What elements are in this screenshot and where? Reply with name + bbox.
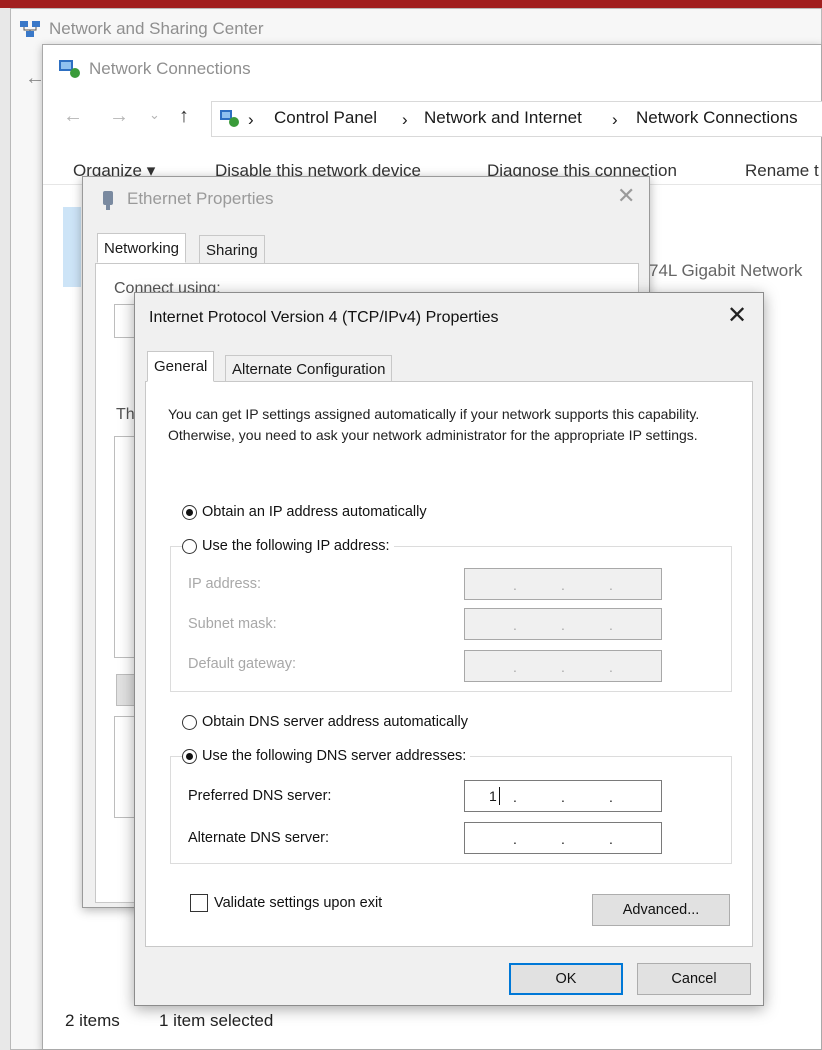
advanced-button[interactable]: Advanced... bbox=[592, 894, 730, 926]
radio-button[interactable] bbox=[182, 538, 197, 554]
obtain-dns-auto-option[interactable]: Obtain DNS server address automatically bbox=[182, 714, 468, 730]
selected-adapter-tile[interactable] bbox=[63, 207, 81, 287]
use-following-dns-label: Use the following DNS server addresses: bbox=[202, 748, 467, 764]
breadcrumb-network-and-internet[interactable]: Network and Internet bbox=[424, 108, 582, 128]
cancel-button[interactable]: Cancel bbox=[637, 963, 751, 995]
back-button[interactable]: ← bbox=[63, 105, 83, 128]
dialog-title: Ethernet Properties bbox=[127, 189, 274, 208]
tab-networking[interactable]: Networking bbox=[97, 233, 187, 263]
status-selection: 1 item selected bbox=[159, 1011, 274, 1030]
validate-settings-option[interactable]: Validate settings upon exit bbox=[190, 894, 382, 912]
components-label: Th bbox=[116, 406, 135, 423]
status-item-count: 2 items bbox=[65, 1011, 120, 1030]
radio-button-selected[interactable] bbox=[182, 748, 197, 764]
preferred-dns-value: 1 bbox=[489, 788, 497, 804]
use-following-ip-label: Use the following IP address: bbox=[202, 538, 390, 554]
checkbox[interactable] bbox=[190, 894, 208, 912]
breadcrumb-network-connections[interactable]: Network Connections bbox=[636, 108, 798, 128]
forward-button[interactable]: → bbox=[109, 105, 129, 128]
text-cursor bbox=[499, 787, 500, 805]
window-title: Network and Sharing Center bbox=[49, 19, 264, 38]
recent-dropdown-icon[interactable]: ⌄ bbox=[149, 107, 160, 123]
default-gateway-field[interactable]: ... bbox=[464, 650, 662, 682]
close-icon[interactable]: ✕ bbox=[617, 183, 635, 209]
breadcrumb-separator: › bbox=[612, 110, 618, 129]
close-icon[interactable]: ✕ bbox=[727, 301, 747, 330]
validate-settings-label: Validate settings upon exit bbox=[214, 895, 383, 911]
general-panel: You can get IP settings assigned automat… bbox=[145, 381, 753, 947]
subnet-mask-label: Subnet mask: bbox=[188, 616, 277, 632]
preferred-dns-field[interactable]: 1 ... bbox=[464, 780, 662, 812]
ok-button[interactable]: OK bbox=[509, 963, 623, 995]
network-icon bbox=[19, 19, 41, 42]
default-gateway-label: Default gateway: bbox=[188, 656, 297, 672]
preferred-dns-label: Preferred DNS server: bbox=[188, 788, 332, 804]
control-panel-icon bbox=[218, 107, 240, 134]
rename-button[interactable]: Rename t bbox=[745, 161, 819, 181]
ip-address-field[interactable]: ... bbox=[464, 568, 662, 600]
breadcrumb-separator: › bbox=[402, 110, 408, 129]
use-following-dns-option[interactable]: Use the following DNS server addresses: bbox=[182, 748, 471, 764]
breadcrumb-separator: › bbox=[248, 110, 254, 129]
alternate-dns-field[interactable]: ... bbox=[464, 822, 662, 854]
tab-general[interactable]: General bbox=[147, 351, 215, 382]
obtain-dns-auto-label: Obtain DNS server address automatically bbox=[202, 714, 468, 730]
desktop-top-band bbox=[0, 0, 822, 8]
radio-button[interactable] bbox=[182, 714, 197, 730]
use-following-ip-option[interactable]: Use the following IP address: bbox=[182, 538, 394, 554]
radio-button-selected[interactable] bbox=[182, 504, 197, 520]
subnet-mask-field[interactable]: ... bbox=[464, 608, 662, 640]
tab-sharing[interactable]: Sharing bbox=[199, 235, 265, 265]
window-title: Network Connections bbox=[89, 59, 251, 78]
adapter-description: 74L Gigabit Network bbox=[649, 261, 803, 280]
obtain-ip-auto-option[interactable]: Obtain an IP address automatically bbox=[182, 504, 427, 520]
obtain-ip-auto-label: Obtain an IP address automatically bbox=[202, 504, 427, 520]
ip-address-label: IP address: bbox=[188, 576, 262, 592]
tab-alternate-configuration[interactable]: Alternate Configuration bbox=[225, 355, 393, 382]
alternate-dns-label: Alternate DNS server: bbox=[188, 830, 330, 846]
dialog-title: Internet Protocol Version 4 (TCP/IPv4) P… bbox=[149, 309, 499, 326]
ipv4-properties-dialog: Internet Protocol Version 4 (TCP/IPv4) P… bbox=[134, 292, 764, 1006]
breadcrumb-control-panel[interactable]: Control Panel bbox=[274, 108, 377, 128]
ethernet-icon bbox=[101, 189, 115, 214]
network-connections-icon bbox=[57, 57, 81, 82]
address-bar[interactable]: › Control Panel › Network and Internet ›… bbox=[211, 101, 822, 137]
up-button[interactable]: ↑ bbox=[179, 105, 189, 128]
ip-settings-description: You can get IP settings assigned automat… bbox=[168, 406, 700, 443]
